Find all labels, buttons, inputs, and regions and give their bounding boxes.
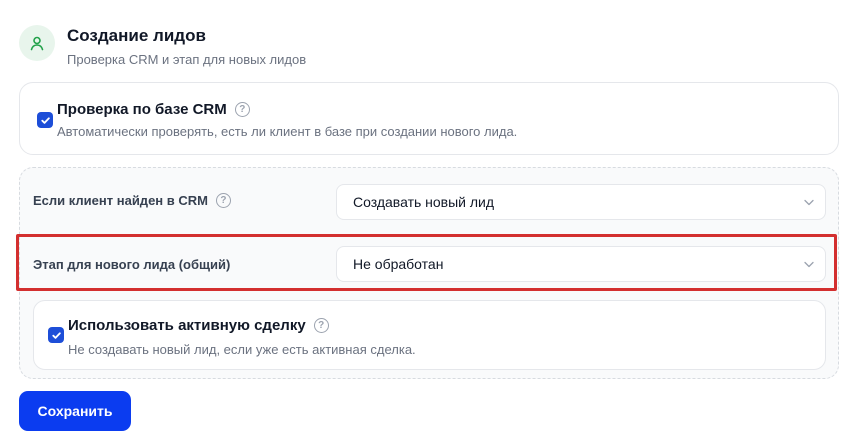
chevron-down-icon xyxy=(804,261,814,268)
crm-check-description: Автоматически проверять, есть ли клиент … xyxy=(57,124,518,139)
active-deal-label: Использовать активную сделку xyxy=(68,317,306,334)
crm-check-checkbox[interactable] xyxy=(37,112,53,128)
client-found-label-text: Если клиент найден в CRM xyxy=(33,193,208,208)
save-button[interactable]: Сохранить xyxy=(19,391,131,431)
lead-stage-value: Не обработан xyxy=(353,256,444,272)
lead-creation-settings: Создание лидов Проверка CRM и этап для н… xyxy=(0,0,860,442)
client-found-select[interactable]: Создавать новый лид xyxy=(336,184,826,220)
lead-stage-label: Этап для нового лида (общий) xyxy=(33,257,231,272)
client-found-label: Если клиент найден в CRM ? xyxy=(33,193,231,208)
help-icon[interactable]: ? xyxy=(234,102,250,117)
lead-stage-select[interactable]: Не обработан xyxy=(336,246,826,282)
user-icon xyxy=(19,25,55,61)
help-icon[interactable]: ? xyxy=(215,193,231,208)
crm-check-label: Проверка по базе CRM xyxy=(57,101,227,118)
active-deal-checkbox[interactable] xyxy=(48,327,64,343)
active-deal-description: Не создавать новый лид, если уже есть ак… xyxy=(68,342,416,357)
active-deal-card: Использовать активную сделку ? Не создав… xyxy=(33,300,826,370)
client-found-value: Создавать новый лид xyxy=(353,194,495,210)
page-subtitle: Проверка CRM и этап для новых лидов xyxy=(67,52,307,67)
crm-check-title: Проверка по базе CRM ? xyxy=(57,101,250,118)
chevron-down-icon xyxy=(804,199,814,206)
page-title: Создание лидов xyxy=(67,26,206,45)
crm-check-card: Проверка по базе CRM ? Автоматически про… xyxy=(19,82,839,155)
help-icon[interactable]: ? xyxy=(313,318,329,333)
active-deal-title: Использовать активную сделку ? xyxy=(68,317,329,334)
